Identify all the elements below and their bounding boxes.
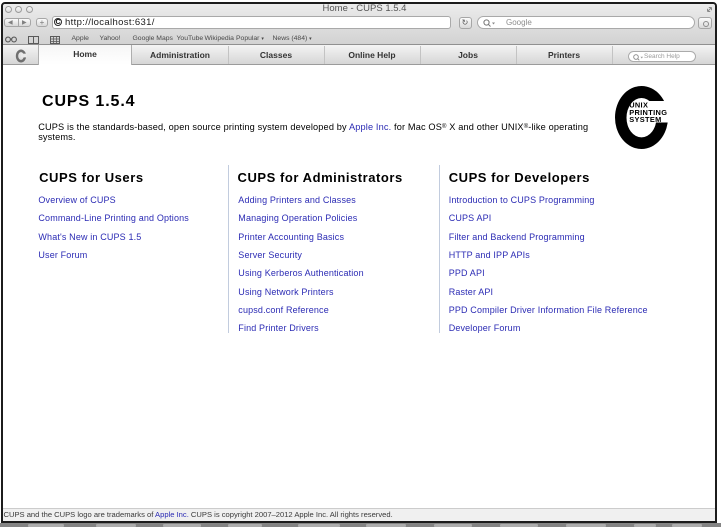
svg-text:SYSTEM: SYSTEM xyxy=(629,115,662,124)
